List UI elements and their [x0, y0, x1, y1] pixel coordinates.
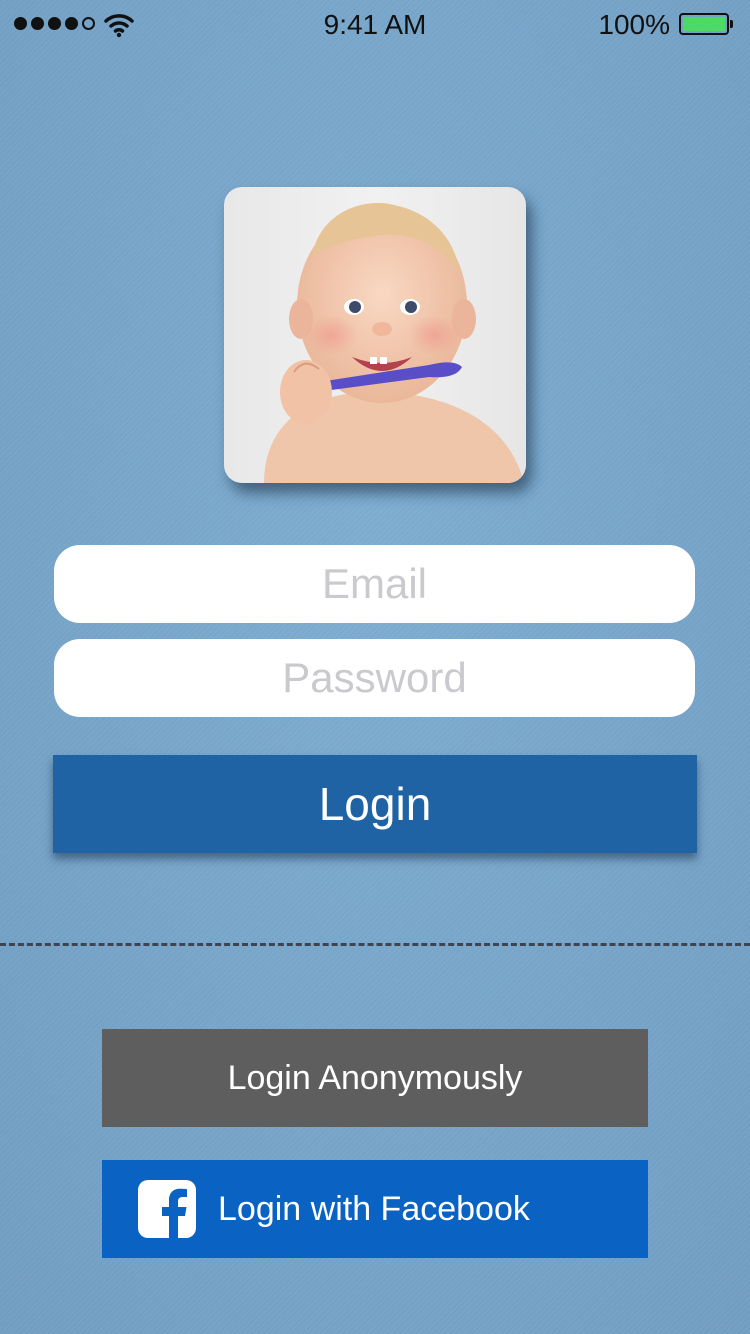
facebook-icon: [138, 1180, 196, 1238]
login-anonymously-button[interactable]: Login Anonymously: [102, 1029, 648, 1127]
battery-nub: [730, 20, 733, 28]
login-facebook-label: Login with Facebook: [218, 1190, 530, 1228]
avatar[interactable]: [224, 187, 526, 483]
login-button-label: Login: [318, 778, 432, 830]
baby-photo-image: [264, 202, 524, 483]
battery-icon: [679, 13, 733, 35]
battery-percent: 100%: [598, 9, 670, 40]
password-field[interactable]: [54, 639, 695, 717]
login-button[interactable]: Login: [53, 755, 697, 853]
status-bar: 9:41 AM 100%: [0, 0, 750, 50]
login-facebook-button[interactable]: Login with Facebook: [102, 1160, 648, 1258]
email-field[interactable]: [54, 545, 695, 623]
login-anonymously-label: Login Anonymously: [227, 1058, 523, 1097]
section-divider: [0, 943, 750, 946]
battery-fill: [683, 17, 725, 31]
